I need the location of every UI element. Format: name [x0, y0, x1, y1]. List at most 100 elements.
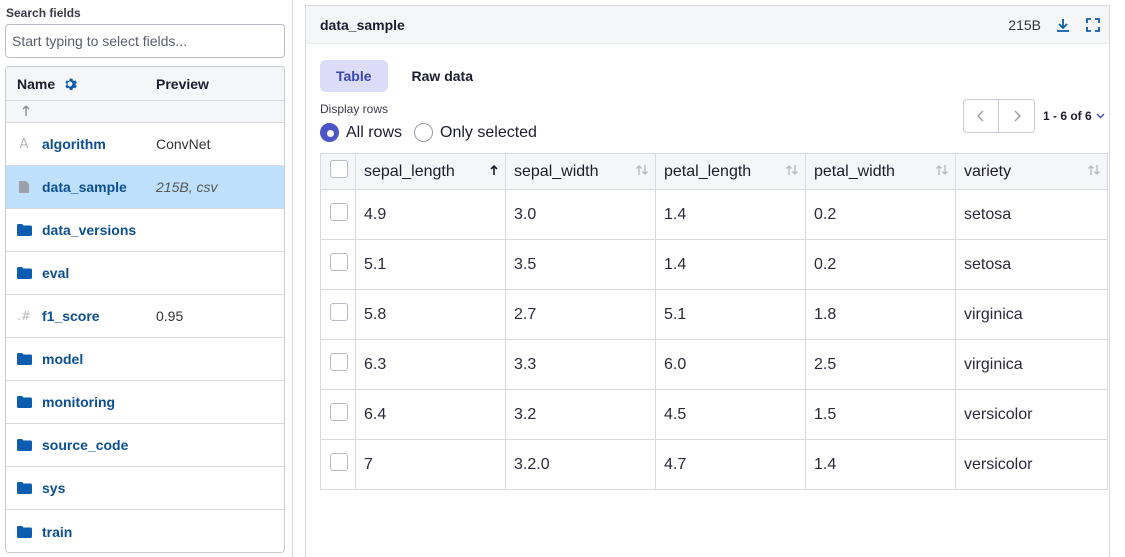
folder-icon — [6, 525, 42, 538]
table-cell: 1.5 — [805, 389, 956, 440]
column-header-label: variety — [964, 162, 1012, 180]
select-all-cell — [320, 153, 356, 190]
sort-ascending-icon[interactable] — [489, 164, 499, 179]
row-select-cell — [320, 439, 356, 490]
folder-icon — [6, 224, 42, 236]
field-name: eval — [42, 265, 70, 281]
field-name: train — [42, 523, 73, 540]
radio-only-selected[interactable]: Only selected — [414, 123, 537, 142]
radio-all-rows[interactable]: All rows — [320, 123, 402, 142]
table-cell: 3.3 — [505, 339, 656, 390]
select-all-checkbox[interactable] — [330, 160, 348, 178]
column-header-petal-length[interactable]: petal_length — [655, 153, 806, 190]
table-row[interactable]: 6.3 3.3 6.0 2.5 virginica — [320, 339, 1108, 390]
row-select-cell — [320, 289, 356, 340]
table-cell: 0.2 — [805, 189, 956, 240]
table-row[interactable]: 5.1 3.5 1.4 0.2 setosa — [320, 239, 1108, 290]
fields-table-header: Name Preview — [6, 67, 284, 101]
field-row-sys[interactable]: sys — [6, 467, 284, 510]
table-cell: versicolor — [955, 439, 1108, 490]
field-preview: 0.95 — [156, 308, 184, 324]
folder-icon — [6, 482, 42, 494]
table-cell: versicolor — [955, 389, 1108, 440]
table-row[interactable]: 6.4 3.2 4.5 1.5 versicolor — [320, 389, 1108, 440]
table-header-row: sepal_length sepal_width petal_length petal… — [320, 153, 1108, 190]
row-checkbox[interactable] — [330, 203, 348, 221]
field-name: monitoring — [42, 394, 116, 410]
row-checkbox[interactable] — [330, 403, 348, 421]
row-select-cell — [320, 189, 356, 240]
field-row-source-code[interactable]: source_code — [6, 424, 284, 467]
field-row-monitoring[interactable]: monitoring — [6, 381, 284, 424]
radio-all-rows-label: All rows — [346, 123, 403, 141]
field-row-eval[interactable]: eval — [6, 252, 284, 295]
field-row-model[interactable]: model — [6, 338, 284, 381]
gear-icon[interactable] — [63, 77, 78, 91]
row-checkbox[interactable] — [330, 303, 348, 321]
field-row-data-sample[interactable]: data_sample 215B, csv — [6, 166, 284, 209]
field-name: f1_score — [42, 308, 100, 324]
sort-icon[interactable] — [635, 164, 649, 179]
search-label: Search fields — [6, 6, 81, 20]
row-checkbox[interactable] — [330, 353, 348, 371]
page-range-label: 1 - 6 of 6 — [1043, 109, 1092, 123]
sort-icon[interactable] — [935, 164, 949, 179]
download-icon[interactable] — [1055, 17, 1071, 33]
name-column-label: Name — [17, 75, 56, 92]
column-header-petal-width[interactable]: petal_width — [805, 153, 956, 190]
table-row[interactable]: 5.8 2.7 5.1 1.8 virginica — [320, 289, 1108, 340]
parent-folder-row[interactable] — [6, 101, 284, 123]
viewer-header: data_sample 215B — [306, 6, 1109, 44]
row-select-cell — [320, 339, 356, 390]
tab-raw-data[interactable]: Raw data — [396, 60, 489, 92]
field-row-algorithm[interactable]: Aalgorithm ConvNet — [6, 123, 284, 166]
data-grid: sepal_length sepal_width petal_length petal… — [320, 153, 1108, 490]
folder-icon — [6, 439, 42, 451]
search-input[interactable] — [5, 24, 285, 58]
table-row[interactable]: 7 3.2.0 4.7 1.4 versicolor — [320, 439, 1108, 490]
file-icon — [6, 180, 42, 194]
column-header-variety[interactable]: variety — [955, 153, 1108, 190]
table-cell: virginica — [955, 339, 1108, 390]
file-viewer: data_sample 215B Table Raw data Display … — [305, 5, 1110, 557]
panel-divider[interactable] — [292, 0, 293, 557]
table-cell: 3.2 — [505, 389, 656, 440]
previous-page-button[interactable] — [963, 99, 999, 133]
text-icon: A — [19, 136, 29, 152]
row-select-cell — [320, 239, 356, 290]
row-checkbox[interactable] — [330, 253, 348, 271]
next-page-button[interactable] — [999, 99, 1035, 133]
sort-icon[interactable] — [1087, 164, 1101, 179]
fields-table: Name Preview Aalgorithm ConvNet data_sampl… — [5, 66, 285, 553]
table-cell: 6.4 — [355, 389, 506, 440]
table-cell: 1.4 — [805, 439, 956, 490]
display-rows-radio-group: All rows Only selected — [320, 123, 537, 142]
field-preview: ConvNet — [156, 136, 211, 152]
name-column-header[interactable]: Name — [6, 76, 156, 92]
field-row-f1-score[interactable]: .# f1_score 0.95 — [6, 295, 284, 338]
row-checkbox[interactable] — [330, 453, 348, 471]
field-name: model — [42, 351, 84, 367]
page-range-dropdown[interactable]: 1 - 6 of 6 — [1043, 109, 1105, 123]
field-row-train[interactable]: train — [6, 510, 284, 552]
chevron-left-icon — [977, 110, 984, 122]
radio-only-selected-circle[interactable] — [414, 123, 434, 142]
table-cell: 3.2.0 — [505, 439, 656, 490]
column-header-sepal-length[interactable]: sepal_length — [355, 153, 506, 190]
field-name: algorithm — [42, 136, 106, 152]
table-cell: 1.8 — [805, 289, 956, 340]
folder-icon — [6, 267, 42, 279]
field-name: data_sample — [42, 179, 127, 195]
table-cell: 4.7 — [655, 439, 806, 490]
field-row-data-versions[interactable]: data_versions — [6, 209, 284, 252]
column-header-label: sepal_length — [364, 162, 455, 180]
fullscreen-icon[interactable] — [1085, 17, 1101, 33]
sort-icon[interactable] — [785, 164, 799, 179]
radio-all-rows-circle[interactable] — [320, 123, 339, 142]
folder-icon — [6, 353, 42, 365]
preview-column-header: Preview — [156, 75, 209, 92]
table-row[interactable]: 4.9 3.0 1.4 0.2 setosa — [320, 189, 1108, 240]
table-cell: 1.4 — [655, 189, 806, 240]
column-header-sepal-width[interactable]: sepal_width — [505, 153, 656, 190]
tab-table[interactable]: Table — [320, 60, 388, 92]
